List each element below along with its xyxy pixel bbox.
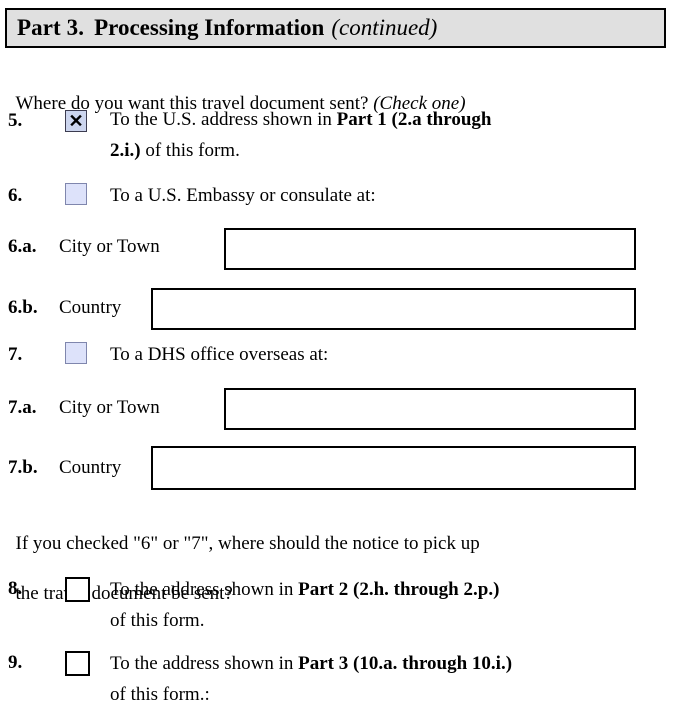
item-6-label: To a U.S. Embassy or consulate at: bbox=[110, 185, 376, 206]
item-6-number: 6. bbox=[8, 185, 23, 206]
checkbox-item-8[interactable] bbox=[65, 577, 90, 602]
part-header-bar: Part 3. Processing Information (continue… bbox=[5, 8, 666, 48]
item-5-label: To the U.S. address shown in Part 1 (2.a… bbox=[110, 104, 660, 166]
field-7a-number: 7.a. bbox=[8, 397, 37, 418]
notice-pickup-line-1: If you checked "6" or "7", where should … bbox=[15, 533, 480, 554]
part-continued-label: (continued) bbox=[331, 15, 438, 40]
field-7a-city-or-town-input[interactable] bbox=[224, 388, 636, 430]
item-5-text-bold-2: 2.i.) bbox=[110, 140, 141, 161]
field-6b-country-input[interactable] bbox=[151, 288, 636, 330]
item-9-text-pre: To the address shown in bbox=[110, 653, 299, 674]
item-7-number: 7. bbox=[8, 344, 23, 365]
field-6a-city-or-town-input[interactable] bbox=[224, 228, 636, 270]
item-8-text-bold: Part 2 (2.h. through 2.p.) bbox=[298, 579, 500, 600]
field-7b-label: Country bbox=[59, 457, 122, 478]
item-8-number: 8. bbox=[8, 578, 23, 599]
item-8-label: To the address shown in Part 2 (2.h. thr… bbox=[110, 574, 665, 636]
item-9-text-line-2: of this form.: bbox=[110, 684, 210, 705]
field-6b-label: Country bbox=[59, 297, 122, 318]
item-5-text-post: of this form. bbox=[140, 140, 240, 161]
item-9-label: To the address shown in Part 3 (10.a. th… bbox=[110, 648, 665, 710]
check-x-icon bbox=[66, 343, 86, 363]
field-7a-label: City or Town bbox=[59, 397, 160, 418]
item-5-number: 5. bbox=[8, 110, 23, 131]
part-title-label: Processing Information bbox=[94, 15, 325, 40]
item-7-label: To a DHS office overseas at: bbox=[110, 344, 329, 365]
field-6a-label: City or Town bbox=[59, 236, 160, 257]
item-8-text-line-2: of this form. bbox=[110, 610, 205, 631]
checkbox-item-9[interactable] bbox=[65, 651, 90, 676]
checkbox-item-7[interactable] bbox=[65, 342, 87, 364]
part-number-label: Part 3. bbox=[17, 15, 85, 40]
item-9-number: 9. bbox=[8, 652, 23, 673]
field-6a-number: 6.a. bbox=[8, 236, 37, 257]
item-8-text-pre: To the address shown in bbox=[110, 579, 299, 600]
item-5-text-bold-1: Part 1 (2.a through bbox=[336, 109, 492, 130]
item-5-text-pre: To the U.S. address shown in bbox=[110, 109, 337, 130]
checkbox-item-6[interactable] bbox=[65, 183, 87, 205]
check-x-icon: ✕ bbox=[68, 111, 84, 131]
field-7b-number: 7.b. bbox=[8, 457, 38, 478]
item-9-text-bold: Part 3 (10.a. through 10.i.) bbox=[298, 653, 513, 674]
check-x-icon bbox=[66, 184, 86, 204]
field-6b-number: 6.b. bbox=[8, 297, 38, 318]
field-7b-country-input[interactable] bbox=[151, 446, 636, 490]
checkbox-item-5[interactable]: ✕ bbox=[65, 110, 87, 132]
